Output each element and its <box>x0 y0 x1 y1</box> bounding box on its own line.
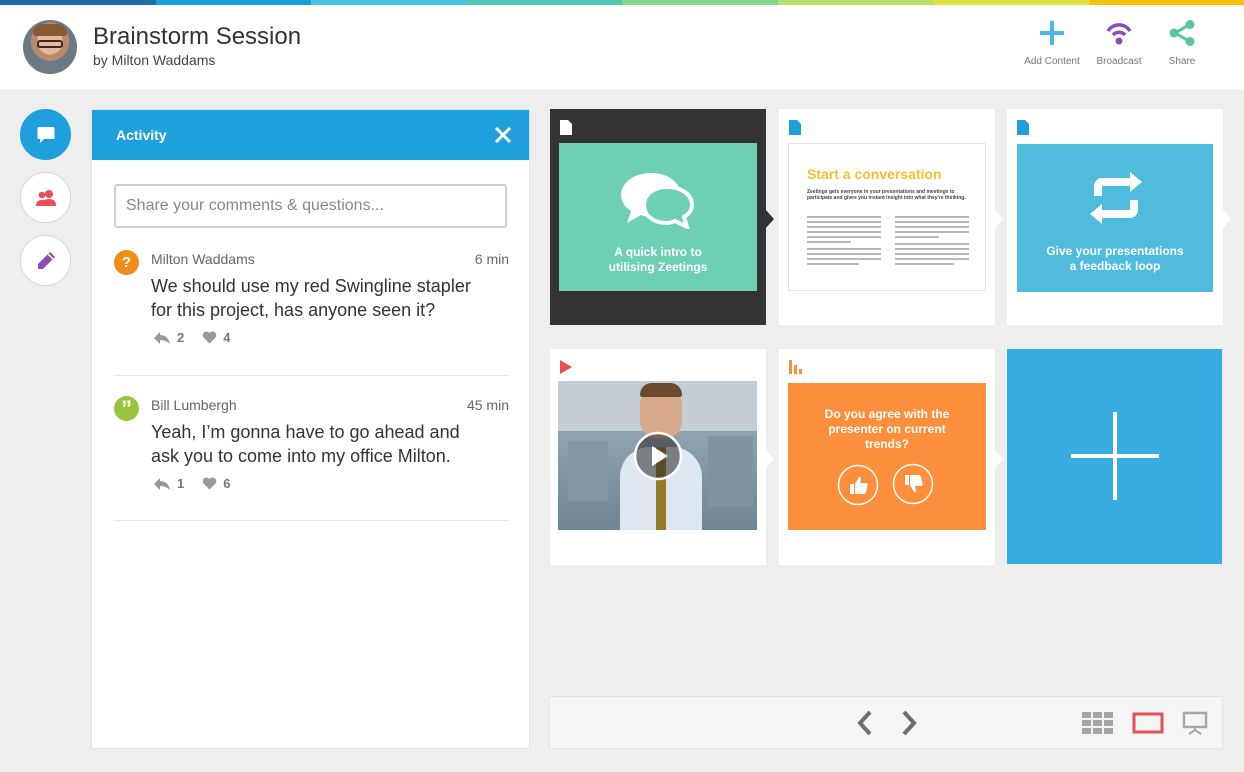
card-arrow <box>994 209 1003 229</box>
avatar-glasses <box>37 40 63 48</box>
like-button[interactable]: 6 <box>202 476 230 491</box>
card-poll-text: Do you agree with the presenter on curre… <box>824 407 950 451</box>
card-conversation-preview: Start a conversation Zeetings gets every… <box>788 143 986 291</box>
sidebar-item-edit[interactable] <box>20 235 71 286</box>
sidebar-item-activity[interactable] <box>20 109 71 160</box>
question-icon: ? <box>114 250 139 275</box>
reply-count: 1 <box>177 476 185 491</box>
card-arrow <box>765 209 774 229</box>
chat-icon <box>37 126 54 143</box>
document-icon <box>789 120 801 135</box>
comment-actions: 1 6 <box>153 476 248 491</box>
broadcast-label: Broadcast <box>1096 56 1142 67</box>
doc-subtitle: Zeetings gets everyone in your presentat… <box>807 189 966 201</box>
doc-column-right <box>895 216 969 268</box>
reply-count: 2 <box>177 330 185 345</box>
thumbs-up-icon[interactable] <box>837 464 879 506</box>
page-title: Brainstorm Session <box>93 23 302 50</box>
video-person-hair <box>640 383 682 397</box>
reply-icon <box>154 477 170 490</box>
sidebar-item-people[interactable] <box>20 172 71 223</box>
chevron-left-icon[interactable] <box>855 710 875 736</box>
card-intro[interactable]: A quick intro to utilising Zeetings <box>550 109 774 325</box>
activity-title: Activity <box>116 127 167 143</box>
comment-author[interactable]: Milton Waddams <box>151 251 255 267</box>
people-icon <box>35 189 56 206</box>
single-view-icon[interactable] <box>1132 712 1164 734</box>
video-cubicle <box>568 441 608 501</box>
card-intro-preview: A quick intro to utilising Zeetings <box>559 143 757 291</box>
card-arrow <box>994 449 1003 469</box>
thumbs-down-icon[interactable] <box>892 463 934 505</box>
reply-button[interactable]: 2 <box>153 330 184 345</box>
avatar-hair <box>33 24 67 36</box>
grid-view-icon[interactable] <box>1082 712 1114 734</box>
card-arrow <box>765 449 774 469</box>
plus-icon <box>1040 21 1064 45</box>
play-icon <box>560 360 572 374</box>
pencil-icon <box>37 251 55 269</box>
video-cubicle <box>708 436 753 506</box>
comment-text: Yeah, I’m gonna have to go ahead and ask… <box>151 422 460 466</box>
heart-icon <box>202 331 217 344</box>
share-button[interactable]: Share <box>1147 20 1217 67</box>
add-content-button[interactable]: Add Content <box>1017 20 1087 67</box>
card-poll-preview: Do you agree with the presenter on curre… <box>788 383 986 530</box>
comment-time: 45 min <box>466 397 509 413</box>
comment-actions: 2 4 <box>153 330 248 345</box>
card-video[interactable] <box>550 349 774 565</box>
chevron-right-icon[interactable] <box>899 710 919 736</box>
broadcast-icon <box>1106 23 1132 45</box>
comment-author[interactable]: Bill Lumbergh <box>151 397 237 413</box>
user-avatar[interactable] <box>23 20 77 74</box>
card-feedback[interactable]: Give your presentations a feedback loop <box>1007 109 1231 325</box>
share-label: Share <box>1168 56 1196 67</box>
video-thumbnail <box>558 381 757 530</box>
add-content-label: Add Content <box>1024 56 1080 67</box>
bottom-toolbar <box>549 696 1223 749</box>
activity-panel: Activity ? Milton Waddams 6 min We shoul… <box>91 109 530 749</box>
comment-item: ? Milton Waddams 6 min We should use my … <box>114 250 509 360</box>
refresh-icon <box>1090 172 1142 224</box>
comment-time: 6 min <box>474 251 509 267</box>
present-view-icon[interactable] <box>1182 711 1208 735</box>
header: Brainstorm Session by Milton Waddams Add… <box>0 5 1244 89</box>
share-icon <box>1169 20 1195 46</box>
reply-icon <box>154 331 170 344</box>
comment-item: ” Bill Lumbergh 45 min Yeah, I’m gonna h… <box>114 396 509 506</box>
comment-divider <box>114 375 509 376</box>
card-feedback-preview: Give your presentations a feedback loop <box>1017 144 1213 292</box>
like-count: 6 <box>223 476 231 491</box>
page-subtitle: by Milton Waddams <box>93 52 216 68</box>
card-poll[interactable]: Do you agree with the presenter on curre… <box>779 349 1003 565</box>
card-conversation[interactable]: Start a conversation Zeetings gets every… <box>779 109 1003 325</box>
plus-icon <box>1071 412 1159 500</box>
card-intro-text: A quick intro to utilising Zeetings <box>608 245 708 274</box>
heart-icon <box>202 477 217 490</box>
doc-column-left <box>807 216 881 268</box>
document-icon <box>1017 120 1029 135</box>
close-icon[interactable] <box>493 125 513 145</box>
quote-icon: ” <box>114 396 139 421</box>
video-play-icon[interactable] <box>633 431 683 481</box>
document-icon <box>560 120 572 135</box>
speech-bubbles-icon <box>621 173 695 229</box>
doc-title: Start a conversation <box>807 166 942 182</box>
like-button[interactable]: 4 <box>202 330 230 345</box>
like-count: 4 <box>223 330 231 345</box>
card-arrow <box>1222 209 1231 229</box>
comment-input[interactable] <box>114 184 507 228</box>
activity-header: Activity <box>92 110 529 160</box>
comment-text: We should use my red Swingline stapler f… <box>151 276 471 320</box>
broadcast-button[interactable]: Broadcast <box>1084 20 1154 67</box>
reply-button[interactable]: 1 <box>153 476 184 491</box>
add-card-button[interactable] <box>1007 349 1222 564</box>
bar-chart-icon <box>789 360 802 374</box>
card-feedback-text: Give your presentations a feedback loop <box>1046 244 1184 273</box>
comment-divider <box>114 520 509 521</box>
